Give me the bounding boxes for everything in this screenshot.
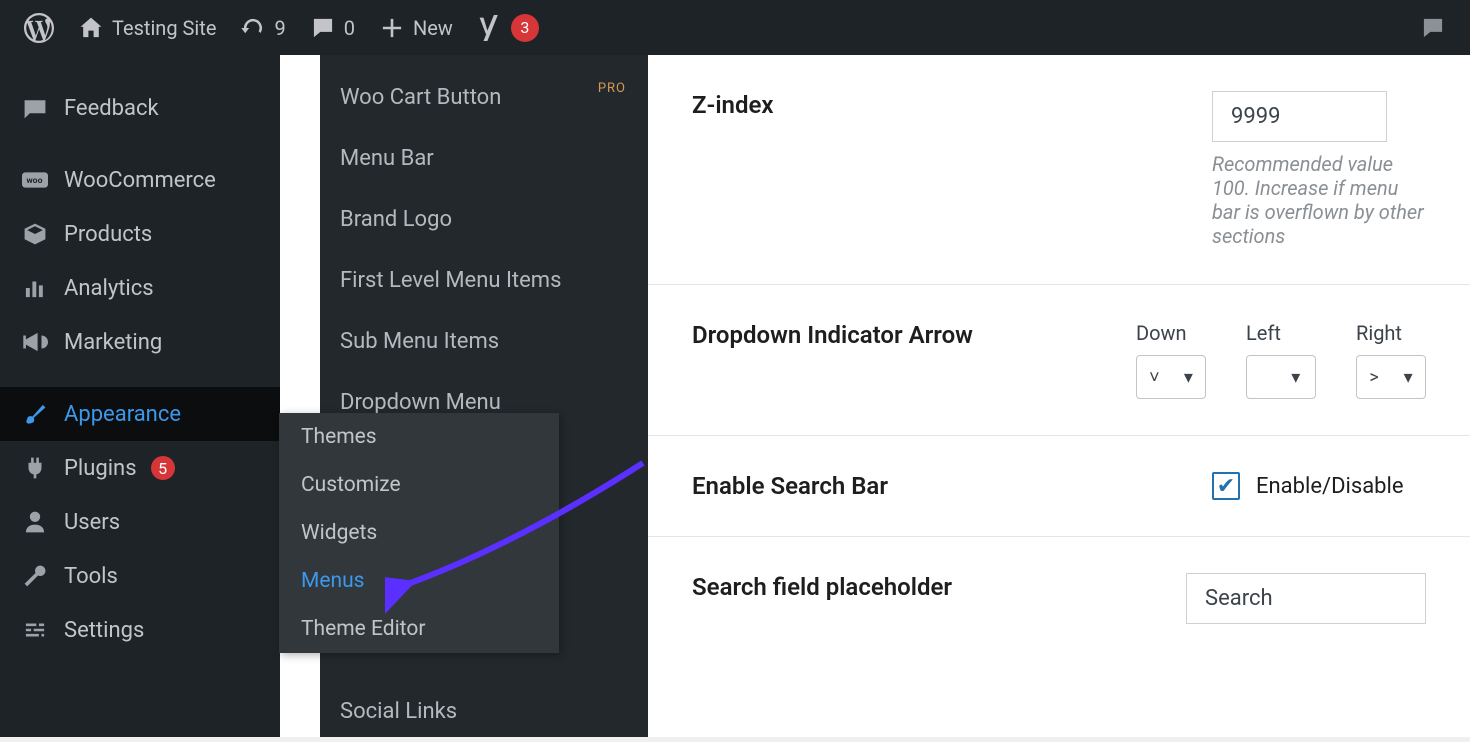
section-first-level[interactable]: First Level Menu Items: [280, 250, 648, 311]
site-title: Testing Site: [112, 16, 216, 40]
wrench-icon: [20, 563, 50, 589]
sidebar-item-analytics[interactable]: Analytics: [0, 261, 280, 315]
sidebar-item-label: Marketing: [64, 330, 162, 355]
new-link[interactable]: New: [367, 0, 465, 55]
site-link[interactable]: Testing Site: [66, 0, 228, 55]
submenu-widgets[interactable]: Widgets: [279, 509, 559, 557]
chevron-down-icon: ▾: [1291, 367, 1300, 388]
sidebar-item-plugins[interactable]: Plugins 5: [0, 441, 280, 495]
woo-icon: woo: [20, 167, 50, 193]
sidebar-item-feedback[interactable]: Feedback: [0, 81, 280, 135]
field-label: Enable Search Bar: [692, 472, 1212, 500]
sidebar-item-label: Appearance: [64, 402, 181, 427]
zindex-hint: Recommended value 100. Increase if menu …: [1212, 152, 1426, 248]
comments-link[interactable]: 0: [298, 0, 367, 55]
section-label: Brand Logo: [340, 207, 452, 232]
admin-bar: Testing Site 9 0 New 3: [0, 0, 1470, 55]
sidebar-item-label: WooCommerce: [64, 168, 216, 193]
main-panel: Z-index Recommended value 100. Increase …: [648, 55, 1470, 737]
section-label: First Level Menu Items: [340, 268, 561, 293]
sidebar-item-products[interactable]: Products: [0, 207, 280, 261]
plug-icon: [20, 455, 50, 481]
analytics-icon: [20, 275, 50, 301]
sidebar-item-label: Users: [64, 510, 120, 535]
new-label: New: [413, 16, 453, 40]
row-zindex: Z-index Recommended value 100. Increase …: [648, 55, 1470, 285]
chevron-down-icon: ▾: [1184, 367, 1193, 388]
brush-icon: [20, 401, 50, 427]
section-label: Social Links: [340, 699, 457, 724]
zindex-input[interactable]: [1212, 91, 1387, 142]
yoast-link[interactable]: 3: [465, 0, 551, 55]
plugins-badge: 5: [151, 456, 175, 480]
field-label: Z-index: [692, 91, 1212, 119]
box-icon: [20, 221, 50, 247]
comment-icon: [310, 15, 336, 41]
pro-badge: PRO: [598, 81, 626, 96]
field-label: Search field placeholder: [692, 573, 1186, 601]
submenu-theme-editor[interactable]: Theme Editor: [279, 605, 559, 653]
updates-link[interactable]: 9: [228, 0, 297, 55]
section-label: Sub Menu Items: [340, 329, 499, 354]
checkbox-icon: ✔: [1212, 472, 1240, 500]
checkbox-label: Enable/Disable: [1256, 474, 1404, 499]
dd-left-label: Left: [1246, 321, 1316, 345]
admin-sidebar: Feedback woo WooCommerce Products Analyt…: [0, 55, 280, 737]
submenu-menus[interactable]: Menus: [279, 557, 559, 605]
section-label: Woo Cart Button: [340, 85, 501, 110]
updates-icon: [240, 15, 266, 41]
section-sub-menu[interactable]: Sub Menu Items: [280, 311, 648, 372]
row-enable-search: Enable Search Bar ✔ Enable/Disable: [648, 436, 1470, 537]
chat-icon: [1420, 15, 1446, 41]
wp-logo[interactable]: [12, 0, 66, 55]
section-woo-cart[interactable]: Woo Cart Button PRO: [280, 67, 648, 128]
sidebar-item-label: Feedback: [64, 96, 159, 121]
dd-down-label: Down: [1136, 321, 1206, 345]
sidebar-item-tools[interactable]: Tools: [0, 549, 280, 603]
section-social-links[interactable]: Social Links: [280, 681, 648, 742]
sidebar-item-label: Analytics: [64, 276, 154, 301]
field-label: Dropdown Indicator Arrow: [692, 321, 1136, 349]
megaphone-icon: [20, 329, 50, 355]
dd-down-select[interactable]: ˅▾: [1136, 355, 1206, 399]
updates-count: 9: [274, 16, 285, 40]
yoast-icon: [477, 15, 503, 41]
user-icon: [20, 509, 50, 535]
search-placeholder-input[interactable]: [1186, 573, 1426, 624]
comments-count: 0: [344, 16, 355, 40]
chevron-down-icon: ▾: [1404, 367, 1413, 388]
dd-left-select[interactable]: ▾: [1246, 355, 1316, 399]
section-label: Dropdown Menu: [340, 390, 501, 415]
row-dropdown-arrow: Dropdown Indicator Arrow Down ˅▾ Left ▾ …: [648, 285, 1470, 436]
dd-right-label: Right: [1356, 321, 1426, 345]
plus-icon: [379, 15, 405, 41]
sidebar-item-users[interactable]: Users: [0, 495, 280, 549]
submenu-themes[interactable]: Themes: [279, 413, 559, 461]
chat-icon-button[interactable]: [1408, 0, 1458, 55]
home-icon: [78, 15, 104, 41]
feedback-icon: [20, 95, 50, 121]
svg-text:woo: woo: [26, 176, 42, 186]
sidebar-item-label: Plugins: [64, 456, 137, 481]
section-brand-logo[interactable]: Brand Logo: [280, 189, 648, 250]
sidebar-item-appearance[interactable]: Appearance: [0, 387, 280, 441]
sidebar-item-label: Settings: [64, 618, 144, 643]
submenu-customize[interactable]: Customize: [279, 461, 559, 509]
appearance-submenu: Themes Customize Widgets Menus Theme Edi…: [279, 413, 559, 653]
yoast-count: 3: [511, 14, 539, 42]
sidebar-item-label: Tools: [64, 564, 118, 589]
sliders-icon: [20, 617, 50, 643]
sidebar-item-settings[interactable]: Settings: [0, 603, 280, 657]
sidebar-item-woocommerce[interactable]: woo WooCommerce: [0, 153, 280, 207]
section-menu-bar[interactable]: Menu Bar: [280, 128, 648, 189]
enable-search-checkbox[interactable]: ✔ Enable/Disable: [1212, 472, 1426, 500]
dd-right-select[interactable]: >▾: [1356, 355, 1426, 399]
sidebar-item-label: Products: [64, 222, 152, 247]
row-search-placeholder: Search field placeholder: [648, 537, 1470, 660]
section-label: Menu Bar: [340, 146, 434, 171]
sidebar-item-marketing[interactable]: Marketing: [0, 315, 280, 369]
